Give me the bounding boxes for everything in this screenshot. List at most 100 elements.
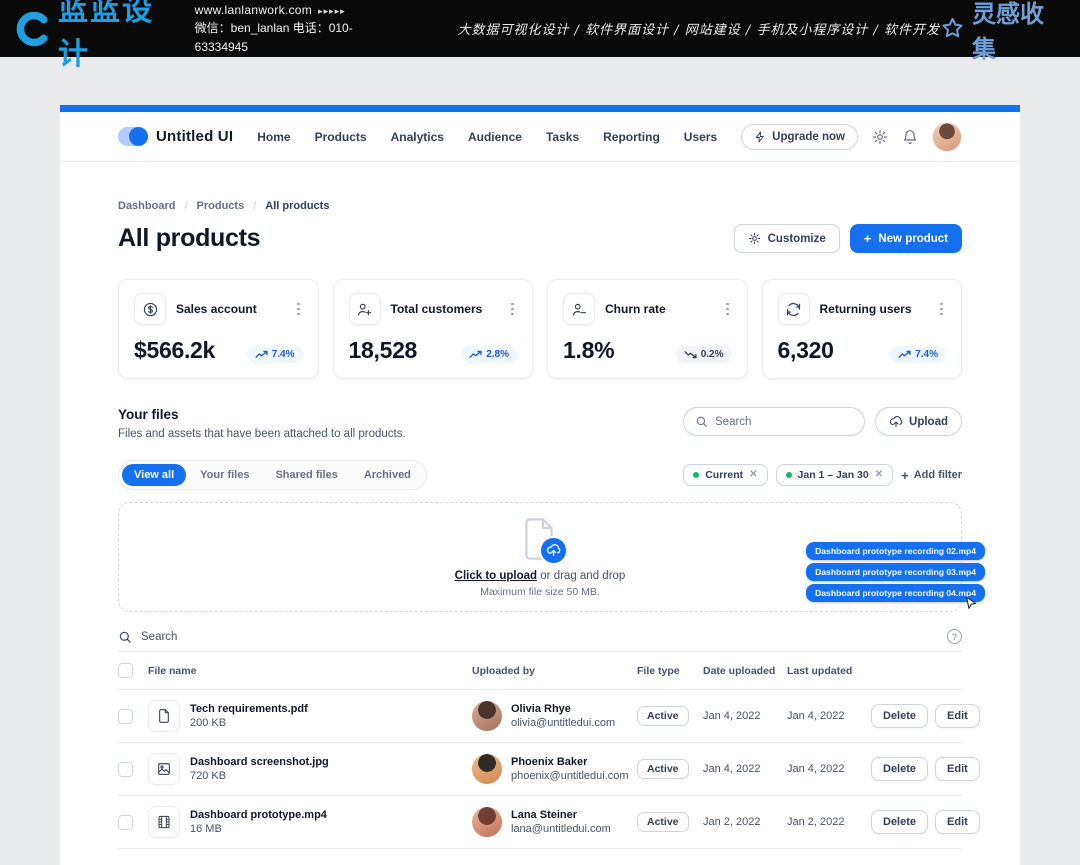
users-minus-icon (563, 293, 595, 325)
files-search-input[interactable] (715, 416, 853, 428)
files-search-field[interactable] (683, 407, 865, 436)
upload-button[interactable]: Upload (875, 407, 962, 436)
inspiration-collect[interactable]: 灵感收集 (940, 0, 1064, 64)
last-updated: Jan 4, 2022 (787, 710, 871, 722)
max-size-hint: Maximum file size 50 MB. (480, 586, 600, 598)
trend-up-icon (469, 350, 482, 359)
banner-contact-block: www.lanlanwork.com▸▸▸▸▸ 微信：ben_lanlan 电话… (195, 1, 400, 57)
edit-button[interactable]: Edit (935, 704, 980, 728)
stat-value: 6,320 (778, 337, 834, 363)
filter-chip-current[interactable]: Current ✕ (683, 464, 767, 486)
stat-value: 1.8% (563, 337, 614, 363)
click-to-upload-link[interactable]: Click to upload (455, 570, 537, 582)
date-uploaded: Jan 4, 2022 (703, 763, 787, 775)
trend-up-icon (898, 350, 911, 359)
lanlan-logo-text: 蓝蓝设计 (58, 0, 181, 73)
nav-item-reporting[interactable]: Reporting (603, 130, 660, 144)
files-section-heading: Your files Files and assets that have be… (118, 407, 406, 440)
status-badge: Active (637, 812, 689, 832)
upgrade-now-button[interactable]: Upgrade now (741, 124, 858, 150)
nav-item-home[interactable]: Home (257, 130, 290, 144)
status-badge: Active (637, 706, 689, 726)
uploading-files-list: Dashboard prototype recording 02.mp4 Das… (806, 542, 985, 602)
nav-item-users[interactable]: Users (684, 130, 717, 144)
gear-icon (748, 232, 761, 245)
help-icon[interactable]: ? (947, 629, 962, 644)
edit-button[interactable]: Edit (935, 810, 980, 834)
search-icon (695, 415, 708, 428)
row-checkbox[interactable] (118, 709, 133, 724)
file-name[interactable]: Dashboard screenshot.jpg (190, 756, 329, 768)
star-icon (940, 16, 965, 41)
settings-gear-icon[interactable] (872, 129, 888, 145)
table-search-input[interactable] (141, 631, 441, 643)
row-checkbox[interactable] (118, 815, 133, 830)
kebab-menu-icon[interactable] (937, 300, 946, 319)
close-icon[interactable]: ✕ (749, 470, 757, 480)
plus-icon: + (864, 232, 872, 245)
untitled-ui-logo[interactable]: Untitled UI (118, 127, 233, 146)
tab-view-all[interactable]: View all (122, 464, 186, 486)
breadcrumb-separator: / (253, 200, 256, 212)
tab-shared-files[interactable]: Shared files (263, 464, 349, 486)
uploading-file-chip[interactable]: Dashboard prototype recording 03.mp4 (806, 563, 985, 581)
select-all-checkbox[interactable] (118, 663, 133, 678)
row-checkbox[interactable] (118, 762, 133, 777)
breadcrumb-products[interactable]: Products (197, 200, 245, 212)
uploading-file-chip[interactable]: Dashboard prototype recording 02.mp4 (806, 542, 985, 560)
trend-badge: 7.4% (890, 346, 946, 363)
uploader-name: Olivia Rhye (511, 703, 615, 715)
filter-chip-date-range[interactable]: Jan 1 – Jan 30 ✕ (776, 464, 894, 486)
mouse-cursor-icon (963, 595, 979, 611)
avatar (472, 754, 502, 784)
file-name[interactable]: Dashboard prototype.mp4 (190, 809, 327, 821)
tab-archived[interactable]: Archived (352, 464, 423, 486)
banner-website: www.lanlanwork.com (195, 3, 312, 17)
nav-links: Home Products Analytics Audience Tasks R… (257, 130, 717, 144)
plus-icon: + (901, 469, 909, 482)
kebab-menu-icon[interactable] (508, 300, 517, 319)
arrows-icon: ▸▸▸▸▸ (318, 6, 346, 16)
trend-badge: 2.8% (461, 346, 517, 363)
customize-button[interactable]: Customize (734, 224, 840, 253)
stat-label: Churn rate (605, 302, 666, 316)
tab-your-files[interactable]: Your files (188, 464, 261, 486)
col-uploaded-by: Uploaded by (472, 665, 637, 677)
close-icon[interactable]: ✕ (875, 470, 883, 480)
green-dot-icon (786, 472, 792, 478)
nav-item-tasks[interactable]: Tasks (546, 130, 579, 144)
file-pdf-icon (148, 700, 180, 732)
uploader-email: lana@untitledui.com (511, 823, 611, 835)
files-section-subtitle: Files and assets that have been attached… (118, 428, 406, 440)
stat-label: Returning users (820, 302, 912, 316)
file-name[interactable]: Tech requirements.pdf (190, 703, 308, 715)
uploading-file-chip[interactable]: Dashboard prototype recording 04.mp4 (806, 584, 985, 602)
uploader-name: Lana Steiner (511, 809, 611, 821)
table-search-bar[interactable]: ? (118, 622, 962, 652)
notifications-bell-icon[interactable] (902, 129, 918, 145)
delete-button[interactable]: Delete (871, 757, 928, 781)
breadcrumb-dashboard[interactable]: Dashboard (118, 200, 175, 212)
table-row: Tech requirements.pdf 200 KB Olivia Rhye… (118, 690, 962, 743)
nav-item-analytics[interactable]: Analytics (391, 130, 444, 144)
users-plus-icon (349, 293, 381, 325)
table-row: Dashboard prototype.mp4 16 MB Lana Stein… (118, 796, 962, 849)
file-video-icon (148, 806, 180, 838)
breadcrumb: Dashboard / Products / All products (118, 200, 962, 212)
upload-dropzone[interactable]: Click to upload or drag and drop Maximum… (118, 502, 962, 612)
page-title: All products (118, 224, 260, 253)
files-tabs: View all Your files Shared files Archive… (118, 460, 427, 490)
new-product-button[interactable]: + New product (850, 224, 962, 253)
nav-item-products[interactable]: Products (315, 130, 367, 144)
delete-button[interactable]: Delete (871, 810, 928, 834)
add-filter-button[interactable]: + Add filter (901, 469, 962, 482)
nav-item-audience[interactable]: Audience (468, 130, 522, 144)
delete-button[interactable]: Delete (871, 704, 928, 728)
edit-button[interactable]: Edit (935, 757, 980, 781)
nav-controls: Upgrade now (741, 122, 962, 152)
refresh-icon (778, 293, 810, 325)
user-avatar[interactable] (932, 122, 962, 152)
col-date-uploaded: Date uploaded (703, 665, 787, 677)
kebab-menu-icon[interactable] (723, 300, 732, 319)
kebab-menu-icon[interactable] (294, 300, 303, 319)
